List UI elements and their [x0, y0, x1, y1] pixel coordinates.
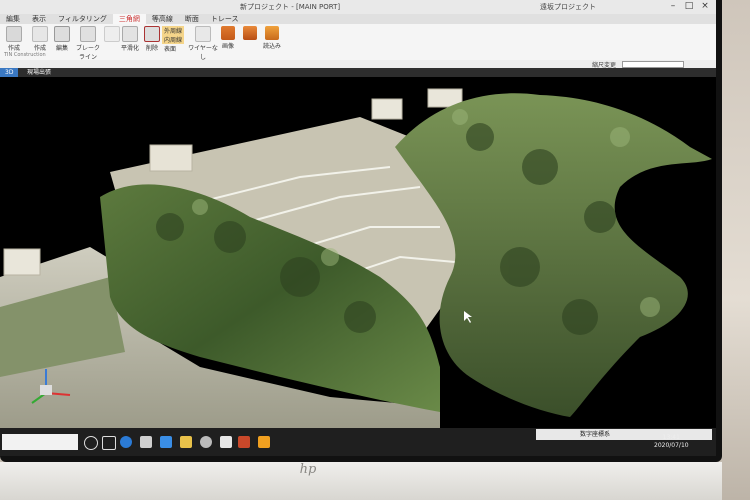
tab-3d[interactable]: 3D: [0, 68, 19, 77]
button-label: 編集: [55, 45, 68, 52]
mail-icon[interactable]: [160, 436, 172, 448]
hp-logo: hp: [299, 462, 317, 477]
edit-button[interactable]: 編集: [50, 26, 74, 56]
breakline-icon: [80, 26, 96, 42]
scale-slider[interactable]: [622, 61, 684, 68]
app-icon-1[interactable]: [200, 436, 212, 448]
clock-time: 13:41: [662, 434, 680, 441]
app-icon-3[interactable]: [238, 436, 250, 448]
wire-icon: [195, 26, 211, 42]
button-label: 作成: [33, 45, 46, 52]
edge-icon[interactable]: [120, 436, 132, 448]
taskbar-search-input[interactable]: [2, 434, 78, 450]
monitor-screen: 新プロジェクト - [MAIN PORT] 遠坂プロジェクト – □ × 編集 …: [0, 0, 716, 456]
monitor-bottom-bezel: [0, 462, 722, 500]
edit-icon: [54, 26, 70, 42]
button-label: 平滑化: [120, 45, 139, 52]
3d-viewport[interactable]: [0, 77, 716, 428]
tab-site[interactable]: 現場出張: [22, 68, 56, 77]
smooth-icon: [122, 26, 138, 42]
button-label: 作成: [7, 45, 20, 52]
mesh-create-icon: [32, 26, 48, 42]
color-icon: [243, 26, 257, 40]
tab-contour[interactable]: 等高線: [146, 14, 179, 24]
tab-filtering[interactable]: フィルタリング: [52, 14, 113, 24]
image-button[interactable]: 画像: [216, 26, 240, 56]
color-button[interactable]: [238, 26, 262, 56]
delete-icon: [144, 26, 160, 42]
window-title: 新プロジェクト - [MAIN PORT]: [240, 3, 341, 11]
breakline-button[interactable]: ブレークライン: [74, 26, 102, 61]
button-label: 画像: [221, 43, 234, 50]
folder-icon[interactable]: [180, 436, 192, 448]
structure-edge: [3, 248, 41, 276]
wire-button[interactable]: ワイヤーなし: [188, 26, 218, 61]
ribbon-tabs: 編集 表示 フィルタリング 三角網 等高線 断面 トレース: [0, 14, 716, 24]
user-name: 遠坂プロジェクト: [540, 3, 596, 11]
task-view-icon[interactable]: [102, 436, 116, 450]
app-icon-4[interactable]: [258, 436, 270, 448]
close-icon[interactable]: ×: [698, 1, 712, 12]
image-icon: [221, 26, 235, 40]
smooth-button[interactable]: 平滑化: [118, 26, 142, 56]
windows-taskbar: 数字座標系 13:41 2020/07/10: [0, 428, 716, 456]
inner-line-toggle[interactable]: 内周線: [162, 35, 185, 44]
cortana-icon[interactable]: [84, 436, 98, 450]
ribbon-group-label: TIN Construction: [4, 52, 46, 58]
load-icon: [265, 26, 279, 40]
ime-label: 数字座標系: [580, 431, 611, 438]
triangle-mesh-icon: [6, 26, 22, 42]
tab-edit[interactable]: 編集: [0, 14, 26, 24]
tab-tin[interactable]: 三角網: [112, 14, 146, 24]
terrain-render: [0, 88, 712, 428]
load-button[interactable]: 読込み: [260, 26, 284, 56]
system-clock[interactable]: 13:41 2020/07/10: [654, 434, 689, 450]
maximize-icon[interactable]: □: [682, 1, 696, 12]
tab-view[interactable]: 表示: [26, 14, 52, 24]
minimize-icon[interactable]: –: [666, 1, 680, 12]
outer-line-toggle[interactable]: 外周線: [162, 26, 185, 35]
app-icon-2[interactable]: [220, 436, 232, 448]
structure-right: [371, 98, 403, 120]
surface-toggle[interactable]: 表面: [162, 44, 178, 53]
sub-toolbar: 縮尺変更: [0, 60, 716, 69]
view-tabs: 3D 現場出張: [0, 68, 716, 77]
structure-left: [149, 144, 193, 172]
button-label: 削除: [145, 45, 158, 52]
tab-section[interactable]: 断面: [179, 14, 205, 24]
button-label: ブレークライン: [75, 45, 100, 61]
title-bar: 新プロジェクト - [MAIN PORT] 遠坂プロジェクト – □ ×: [0, 0, 716, 14]
tab-trace[interactable]: トレース: [205, 14, 245, 24]
store-icon[interactable]: [140, 436, 152, 448]
clock-date: 2020/07/10: [654, 442, 689, 449]
button-label: ワイヤーなし: [188, 45, 218, 61]
ribbon-toolbar: 作成 作成 編集 ブレークライン 平滑化 削除 外周線 内周線 表面 ワイヤーな…: [0, 24, 716, 61]
button-label: 読込み: [262, 43, 281, 50]
delete-button[interactable]: 削除: [140, 26, 164, 56]
